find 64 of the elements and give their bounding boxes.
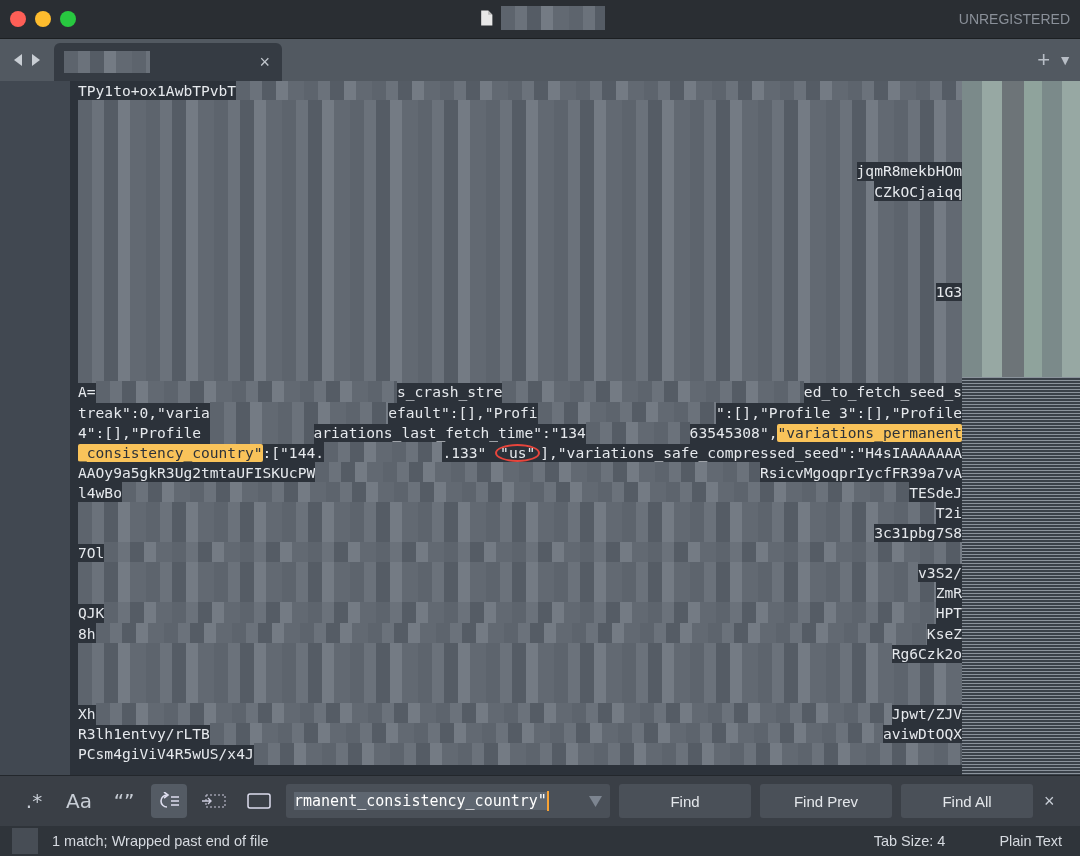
close-tab-button[interactable]: × xyxy=(259,51,270,73)
highlight-matches-icon xyxy=(247,793,271,809)
code-text: HPT xyxy=(935,604,962,623)
code-text: QJK xyxy=(78,604,105,623)
code-text: CZkOCjaiqq xyxy=(874,182,962,201)
code-text: RsicvMgoqprIycfFR39a7vA xyxy=(759,463,962,482)
code-text: 3c31pbg7S8 xyxy=(874,524,962,543)
search-match: "variations_permanent xyxy=(777,423,962,442)
status-message: 1 match; Wrapped past end of file xyxy=(52,833,269,849)
code-text: AAOy9a5gkR3Ug2tmtaUFISKUcPW xyxy=(78,463,316,482)
minimize-window-button[interactable] xyxy=(35,11,51,27)
tab-size-status[interactable]: Tab Size: 4 xyxy=(873,833,946,849)
panel-toggle-icon[interactable] xyxy=(12,828,38,854)
code-text: 4":[],"Profile xyxy=(78,423,202,442)
registration-status: UNREGISTERED xyxy=(958,11,1070,27)
wrap-icon xyxy=(158,792,180,810)
find-input-field[interactable]: rmanent_consistency_country" xyxy=(286,784,610,818)
code-text: treak":0,"varia xyxy=(78,403,210,422)
tab-menu-button[interactable]: ▼ xyxy=(1058,53,1072,67)
code-text: ":[],"Profile 3":[],"Profile xyxy=(716,403,962,422)
find-button[interactable]: Find Prev xyxy=(760,784,892,818)
code-text: TPy1to+ox1AwbTPvbT xyxy=(78,82,237,101)
code-text: s_crash_stre xyxy=(397,383,503,402)
in-selection-icon xyxy=(202,793,226,809)
code-text: 8h xyxy=(78,624,96,643)
search-match: _consistency_country" xyxy=(78,443,263,462)
code-text: Rg6Czk2o xyxy=(891,644,962,663)
code-text: Xh xyxy=(78,704,96,723)
find-button[interactable]: Find All xyxy=(901,784,1033,818)
code-text: Jpwt/ZJV xyxy=(891,704,962,723)
minimap[interactable] xyxy=(962,81,1080,775)
close-window-button[interactable] xyxy=(10,11,26,27)
code-text: 63545308", xyxy=(689,423,778,442)
code-text: ariations_last_fetch_time":"134 xyxy=(313,423,586,442)
code-text: R3lh1entvy/rLTB xyxy=(78,725,210,744)
code-text: 1G3 xyxy=(935,283,962,301)
code-text: :["144. xyxy=(262,443,325,462)
code-text: 7Ol xyxy=(78,544,105,563)
zoom-window-button[interactable] xyxy=(60,11,76,27)
file-tab[interactable]: × xyxy=(54,43,282,81)
code-text: A= xyxy=(78,383,96,402)
document-icon xyxy=(480,10,493,26)
wrap-option-button[interactable] xyxy=(151,784,187,818)
case-option-button[interactable]: Aa xyxy=(61,784,97,818)
code-text: efault":[],"Profi xyxy=(388,403,538,422)
code-text: T2i xyxy=(935,504,962,522)
code-text: KseZ xyxy=(926,624,962,643)
find-button[interactable]: Find xyxy=(619,784,751,818)
code-text: aviwDtOQX xyxy=(882,725,962,744)
code-text: TESdeJ xyxy=(909,483,962,502)
code-text: PCsm4giViV4R5wUS/x4J xyxy=(78,745,254,764)
syntax-status[interactable]: Plain Text xyxy=(999,833,1062,849)
word-option-button[interactable]: “” xyxy=(106,784,142,818)
close-find-panel-button[interactable]: × xyxy=(1044,790,1055,812)
regex-option-button[interactable]: .* xyxy=(16,784,52,818)
code-text: jqmR8mekbHOm xyxy=(856,162,962,181)
code-text: ZmR xyxy=(935,584,962,603)
code-text: ],"variations_safe_compressed_seed":"H4sIAAAAAAA xyxy=(540,443,962,462)
code-text: ed_to_fetch_seed_s xyxy=(803,383,962,402)
code-text: .133" xyxy=(442,443,488,462)
new-tab-button[interactable]: + xyxy=(1037,49,1051,71)
tab-navigation-arrows-icon[interactable] xyxy=(12,53,42,67)
code-text: v3S2/ xyxy=(918,564,962,583)
code-text: l4wBo xyxy=(78,483,122,502)
